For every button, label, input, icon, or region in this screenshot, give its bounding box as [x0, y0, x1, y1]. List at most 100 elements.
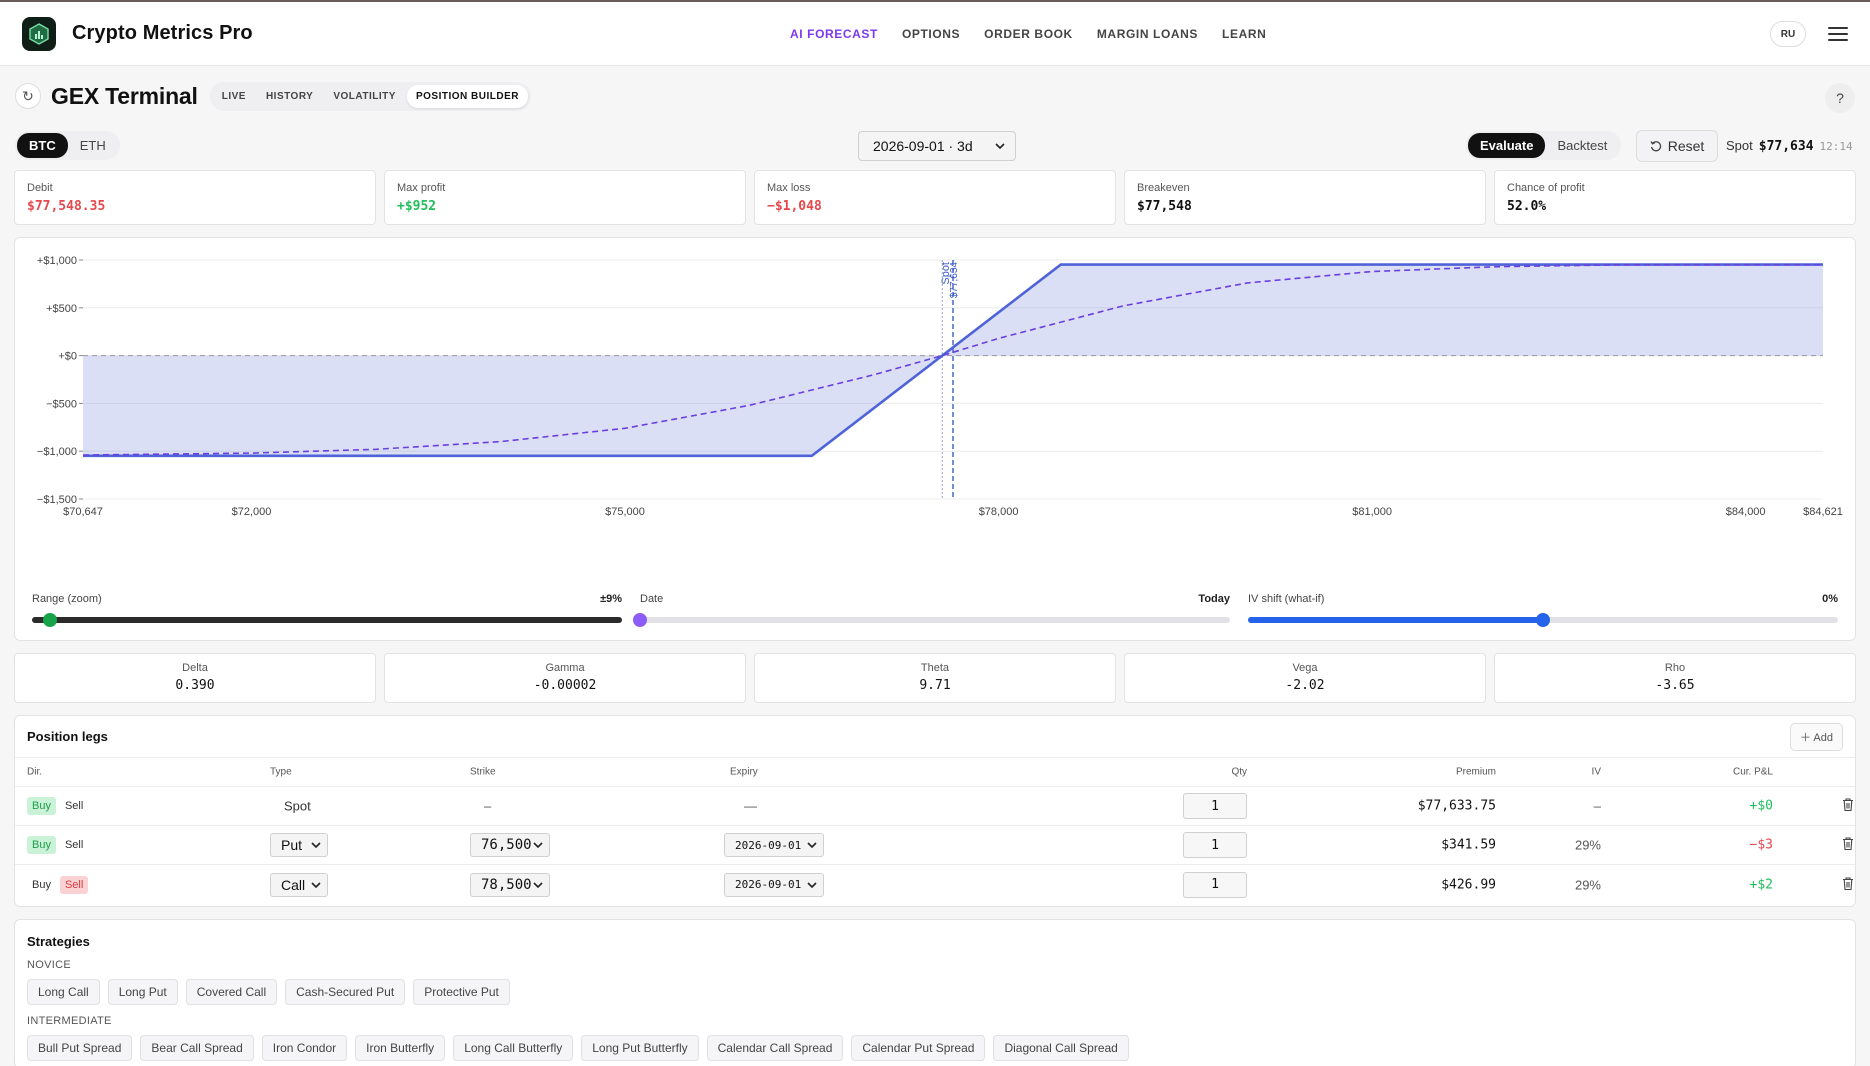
- greeks-row: Delta 0.390 Gamma -0.00002 Theta 9.71 Vega -2.0…: [0, 653, 1870, 703]
- asset-eth[interactable]: ETH: [68, 133, 118, 158]
- mode-toggle: Evaluate Backtest: [1466, 131, 1622, 160]
- slider-track[interactable]: [1248, 613, 1838, 627]
- spot-marker-value: $77,634: [949, 262, 960, 299]
- strategy-chip-iron-butterfly[interactable]: Iron Butterfly: [355, 1035, 446, 1061]
- strategy-chip-cash-secured-put[interactable]: Cash-Secured Put: [285, 979, 406, 1005]
- leg-row: Buy Sell Put 76,500 2026-09-01 1 $341.59 29% −$3: [15, 826, 1855, 865]
- option-type-select[interactable]: Call: [270, 872, 328, 897]
- strategy-chip-bear-call-spread[interactable]: Bear Call Spread: [140, 1035, 254, 1061]
- delete-leg-button[interactable]: [1842, 798, 1854, 815]
- strategy-chip-protective-put[interactable]: Protective Put: [413, 979, 510, 1005]
- sell-toggle[interactable]: Sell: [60, 797, 88, 815]
- column-header-iv: IV: [1591, 766, 1601, 778]
- reset-button[interactable]: Reset: [1636, 130, 1718, 162]
- column-header-strike: Strike: [470, 766, 496, 778]
- payoff-chart[interactable]: +$1,000 +$500 +$0 −$500 −$1,000 −$1,500$70,64…: [15, 238, 1855, 642]
- slider-value: Today: [1198, 593, 1230, 605]
- view-tabs: LIVE HISTORY VOLATILITY POSITION BUILDER: [209, 81, 531, 111]
- chevron-down-icon: [533, 842, 543, 848]
- quantity-input[interactable]: 1: [1183, 832, 1247, 858]
- y-tick-label: +$0: [58, 351, 77, 363]
- leg-current-pnl: +$0: [1749, 798, 1773, 814]
- nav-link-ai-forecast[interactable]: AI FORECAST: [790, 27, 878, 41]
- nav-link-margin-loans[interactable]: MARGIN LOANS: [1097, 27, 1198, 41]
- option-type-value: Call: [281, 876, 306, 893]
- expiry-select[interactable]: 2026-09-01 · 3d: [858, 131, 1016, 161]
- quantity-input[interactable]: 1: [1183, 871, 1247, 898]
- tab-live[interactable]: LIVE: [213, 85, 255, 108]
- tab-volatility[interactable]: VOLATILITY: [324, 85, 405, 108]
- brand-name[interactable]: Crypto Metrics Pro: [72, 22, 253, 45]
- trash-icon: [1843, 798, 1853, 812]
- strategy-chip-calendar-put-spread[interactable]: Calendar Put Spread: [851, 1035, 986, 1061]
- strategy-chip-covered-call[interactable]: Covered Call: [185, 979, 278, 1005]
- tab-history[interactable]: HISTORY: [257, 85, 322, 108]
- x-tick-label: $75,000: [605, 506, 645, 518]
- option-type-select[interactable]: Put: [270, 833, 328, 857]
- app-logo[interactable]: [22, 16, 56, 51]
- strike-select[interactable]: 78,500: [470, 872, 550, 897]
- strategy-chip-iron-condor[interactable]: Iron Condor: [261, 1035, 348, 1061]
- mode-evaluate[interactable]: Evaluate: [1468, 133, 1546, 158]
- greek-value: -2.02: [1285, 678, 1325, 693]
- position-legs-panel: Position legs ＋ Add Dir. Type Strike Expiry…: [14, 715, 1856, 907]
- slider-date[interactable]: Date Today: [633, 593, 1230, 633]
- strategy-chip-calendar-call-spread[interactable]: Calendar Call Spread: [706, 1035, 844, 1061]
- delete-leg-button[interactable]: [1842, 837, 1854, 854]
- strategy-chip-bull-put-spread[interactable]: Bull Put Spread: [27, 1035, 133, 1061]
- leg-premium: $77,633.75: [1417, 798, 1496, 814]
- buy-toggle[interactable]: Buy: [27, 836, 56, 854]
- y-tick-label: +$500: [46, 303, 77, 315]
- expiry-date-select[interactable]: 2026-09-01: [724, 833, 824, 857]
- slider-track[interactable]: [633, 613, 1230, 627]
- slider-iv-shift-what-if[interactable]: IV shift (what-if) 0%: [1248, 593, 1838, 633]
- delete-leg-button[interactable]: [1842, 876, 1854, 893]
- direction-toggle: Buy Sell: [27, 797, 88, 815]
- nav-link-order-book[interactable]: ORDER BOOK: [984, 27, 1073, 41]
- logo-icon: [29, 22, 49, 45]
- quantity-input[interactable]: 1: [1183, 793, 1247, 819]
- metric-card-breakeven: Breakeven $77,548: [1124, 170, 1486, 225]
- x-tick-label: $70,647: [63, 506, 103, 518]
- metric-value: $77,548.35: [27, 199, 106, 214]
- expiry-date-select[interactable]: 2026-09-01: [724, 872, 824, 897]
- strategy-chip-long-call-butterfly[interactable]: Long Call Butterfly: [453, 1035, 574, 1061]
- asset-btc[interactable]: BTC: [17, 133, 68, 158]
- slider-handle[interactable]: [42, 613, 57, 627]
- mode-backtest[interactable]: Backtest: [1545, 133, 1619, 158]
- slider-handle[interactable]: [1536, 613, 1550, 627]
- leg-premium: $426.99: [1441, 877, 1496, 892]
- slider-fill: [32, 617, 622, 623]
- strategy-chips: Bull Put Spread Bear Call Spread Iron Cond…: [27, 1035, 1843, 1061]
- help-icon[interactable]: ?: [1825, 83, 1855, 113]
- slider-label: Date: [640, 593, 664, 605]
- chevron-down-icon: [807, 842, 817, 848]
- strategy-chip-long-put[interactable]: Long Put: [107, 979, 178, 1005]
- menu-icon[interactable]: [1828, 27, 1848, 41]
- strike-select[interactable]: 76,500: [470, 833, 550, 857]
- nav-link-learn[interactable]: LEARN: [1222, 27, 1266, 41]
- slider-handle[interactable]: [633, 613, 647, 627]
- slider-range-zoom[interactable]: Range (zoom) ±9%: [32, 593, 622, 633]
- tab-position-builder[interactable]: POSITION BUILDER: [406, 84, 528, 108]
- strategy-chip-long-put-butterfly[interactable]: Long Put Butterfly: [581, 1035, 699, 1061]
- chart-sliders: Range (zoom) ±9% Date Today IV shift (what-i…: [32, 593, 1838, 633]
- sell-toggle[interactable]: Sell: [59, 875, 89, 894]
- strategy-chip-diagonal-call-spread[interactable]: Diagonal Call Spread: [993, 1035, 1129, 1061]
- language-switch[interactable]: RU: [1770, 21, 1806, 47]
- main-nav: AI FORECAST OPTIONS ORDER BOOK MARGIN LOANS…: [790, 2, 1266, 66]
- add-leg-label: Add: [1813, 731, 1833, 744]
- buy-toggle[interactable]: Buy: [27, 876, 56, 894]
- buy-toggle[interactable]: Buy: [27, 797, 56, 815]
- nav-link-options[interactable]: OPTIONS: [902, 27, 960, 41]
- spot-time: 12:14: [1819, 140, 1853, 153]
- column-header-premium: Premium: [1455, 766, 1496, 778]
- sell-toggle[interactable]: Sell: [60, 836, 88, 854]
- add-leg-button[interactable]: ＋ Add: [1789, 722, 1843, 751]
- top-nav: Crypto Metrics Pro AI FORECAST OPTIONS ORD…: [0, 2, 1870, 66]
- spot-readout: Spot $77,634 12:14: [1726, 138, 1853, 154]
- refresh-icon[interactable]: ↻: [15, 83, 41, 109]
- strategy-chip-long-call[interactable]: Long Call: [27, 979, 100, 1005]
- slider-track[interactable]: [32, 613, 622, 627]
- expiry-date-value: 2026-09-01: [735, 878, 802, 891]
